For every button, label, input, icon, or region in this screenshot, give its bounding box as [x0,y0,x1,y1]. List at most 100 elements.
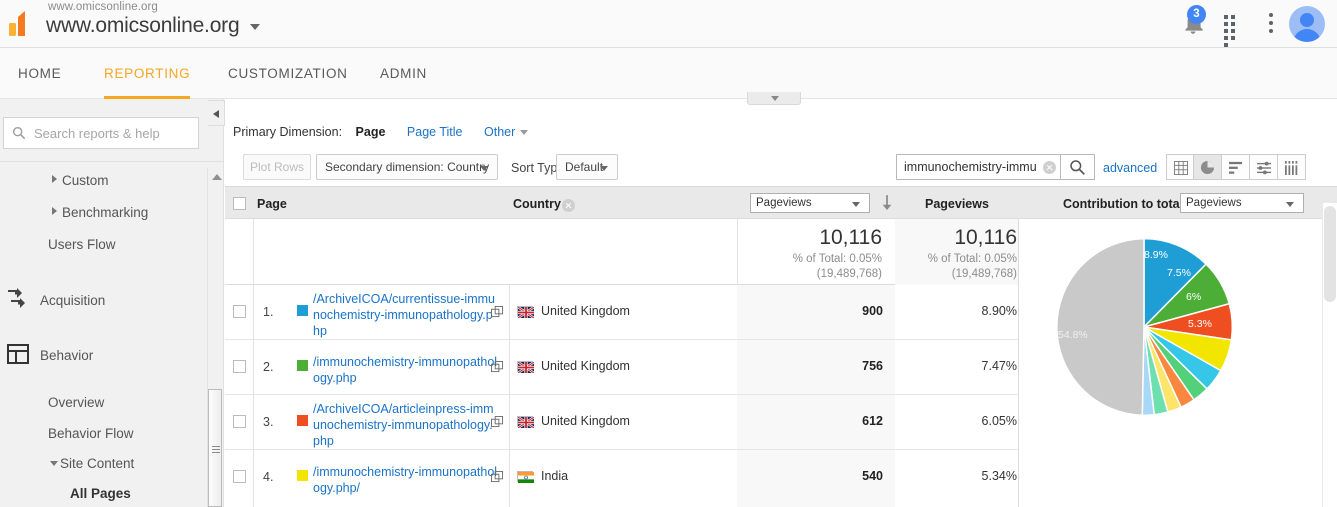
sidebar-item-benchmarking[interactable]: Benchmarking [0,195,205,227]
sidebar-scroll-up-arrow-icon[interactable] [212,174,222,180]
sidebar-item-behavior[interactable]: Behavior [0,332,205,387]
open-in-new-window-icon[interactable] [491,471,504,483]
contribution-metric-select[interactable]: Pageviews [1180,193,1304,213]
primary-dimension-page-title[interactable]: Page Title [407,125,463,139]
page-link[interactable]: /ArchiveICOA/currentissue-immunochemistr… [313,291,499,339]
behavior-icon [7,344,29,364]
content-scrollbar-thumb[interactable] [1324,206,1336,302]
tab-admin[interactable]: ADMIN [380,48,432,99]
pie-label-other: 54.8% [1058,329,1088,341]
tab-reporting[interactable]: REPORTING [104,48,190,99]
open-in-new-window-icon[interactable] [491,361,504,373]
column-header-page[interactable]: Page [257,197,287,211]
search-input[interactable] [32,118,194,148]
chevron-down-icon[interactable] [520,130,529,136]
metric-select-value: Pageviews [756,197,812,209]
row-pageviews-cell: 612 [737,395,895,449]
column-header-pageviews[interactable]: Pageviews [925,197,989,211]
page-link[interactable]: /immunochemistry-immunopathology.php/ [313,464,499,496]
row-color-swatch [297,360,308,371]
totals-contribution-cell: 10,116 % of Total: 0.05% (19,489,768) [895,219,1029,285]
sidebar-item-behavior-flow[interactable]: Behavior Flow [0,419,205,450]
table-search-input[interactable] [902,155,1038,179]
page-link[interactable]: /ArchiveICOA/articleinpress-immunochemis… [313,401,499,449]
sort-descending-icon[interactable] [880,194,894,212]
sidebar-item-label: Behavior Flow [48,426,134,441]
main-nav-tabs: HOME REPORTING CUSTOMIZATION ADMIN [0,48,1337,99]
contribution-select-value: Pageviews [1186,197,1242,209]
pivot-view-icon[interactable] [1278,154,1306,180]
row-checkbox[interactable] [233,415,246,428]
more-options-icon[interactable] [1269,13,1273,37]
row-checkbox[interactable] [233,305,246,318]
pie-chart-view-icon[interactable] [1194,154,1222,180]
advanced-filter-link[interactable]: advanced [1103,161,1157,175]
sidebar-item-users-flow[interactable]: Users Flow [0,227,205,277]
collapse-chart-tab[interactable] [747,92,801,105]
search-reports-box[interactable] [3,117,199,149]
sort-type-value: Default [565,160,604,174]
india-flag [517,471,534,483]
sidebar-scrollbar-thumb[interactable] [208,389,222,507]
apps-grid-icon[interactable] [1224,15,1243,47]
performance-bar-view-icon[interactable] [1222,154,1250,180]
contribution-label: Contribution to total: [1063,197,1188,211]
plot-rows-button[interactable]: Plot Rows [243,154,311,180]
row-contribution-cell: 6.05% [895,395,1029,449]
comparison-view-icon[interactable] [1250,154,1278,180]
sidebar-item-overview[interactable]: Overview [0,387,205,419]
totals-pageviews-cell: 10,116 % of Total: 0.05% (19,489,768) [737,219,894,285]
chevron-down-icon [600,166,608,171]
row-contribution-value: 7.47% [981,359,1017,373]
row-index: 4. [263,470,274,484]
row-pageviews-value: 756 [862,359,883,373]
sort-type-select[interactable]: Default [556,154,618,180]
sidebar-collapse-button[interactable] [208,100,225,126]
top-bar: www.omicsonline.org www.omicsonline.org … [0,0,1337,48]
account-title: www.omicsonline.org [46,14,240,37]
open-in-new-window-icon[interactable] [491,416,504,428]
tab-customization[interactable]: CUSTOMIZATION [228,48,347,99]
sidebar: Custom Benchmarking Users Flow Acquisiti… [0,99,224,507]
column-header-country[interactable]: Country [513,197,561,211]
primary-dimension-other[interactable]: Other [484,125,515,139]
tab-home[interactable]: HOME [18,48,63,99]
pie-chart-pane: 8.9% 7.5% 6% 5.3% 54.8% [1018,219,1337,507]
pie-label-2: 7.5% [1167,267,1191,279]
sidebar-item-custom[interactable]: Custom [0,162,205,195]
user-avatar[interactable] [1289,6,1325,42]
remove-secondary-dimension-icon[interactable] [562,199,575,212]
sidebar-item-site-content[interactable]: Site Content [0,450,205,480]
chevron-right-icon [52,207,57,215]
notification-badge[interactable]: 3 [1187,5,1206,24]
chevron-right-icon [52,175,57,183]
chevron-down-icon [50,461,58,466]
sidebar-item-all-pages[interactable]: All Pages [0,480,205,507]
row-contribution-cell: 5.34% [895,450,1029,507]
row-color-swatch [297,305,308,316]
row-pageviews-value: 540 [862,469,883,483]
account-dropdown-caret-icon[interactable] [250,24,260,30]
country-name: India [541,469,569,483]
search-icon [1070,160,1085,175]
clear-search-icon[interactable] [1043,161,1056,174]
page-link[interactable]: /immunochemistry-immunopathology.php [313,354,499,386]
sidebar-item-acquisition[interactable]: Acquisition [0,277,205,332]
table-search-box[interactable] [896,154,1061,180]
metric-select[interactable]: Pageviews [750,193,870,213]
row-checkbox[interactable] [233,360,246,373]
totals-contribution-percent: % of Total: 0.05% [927,253,1017,265]
table-view-icon[interactable] [1166,154,1194,180]
secondary-dimension-button[interactable]: Secondary dimension: Country [316,154,498,180]
uk-flag [517,416,534,428]
select-all-checkbox[interactable] [233,197,246,210]
primary-dimension-label: Primary Dimension: [233,125,343,139]
country-name: United Kingdom [541,414,630,428]
row-pageviews-value: 900 [862,304,883,318]
row-checkbox[interactable] [233,470,246,483]
row-pageviews-cell: 900 [737,285,895,339]
open-in-new-window-icon[interactable] [491,306,504,318]
primary-dimension-page[interactable]: Page [356,125,386,139]
search-submit-button[interactable] [1061,154,1095,180]
sidebar-item-label: All Pages [70,486,131,501]
